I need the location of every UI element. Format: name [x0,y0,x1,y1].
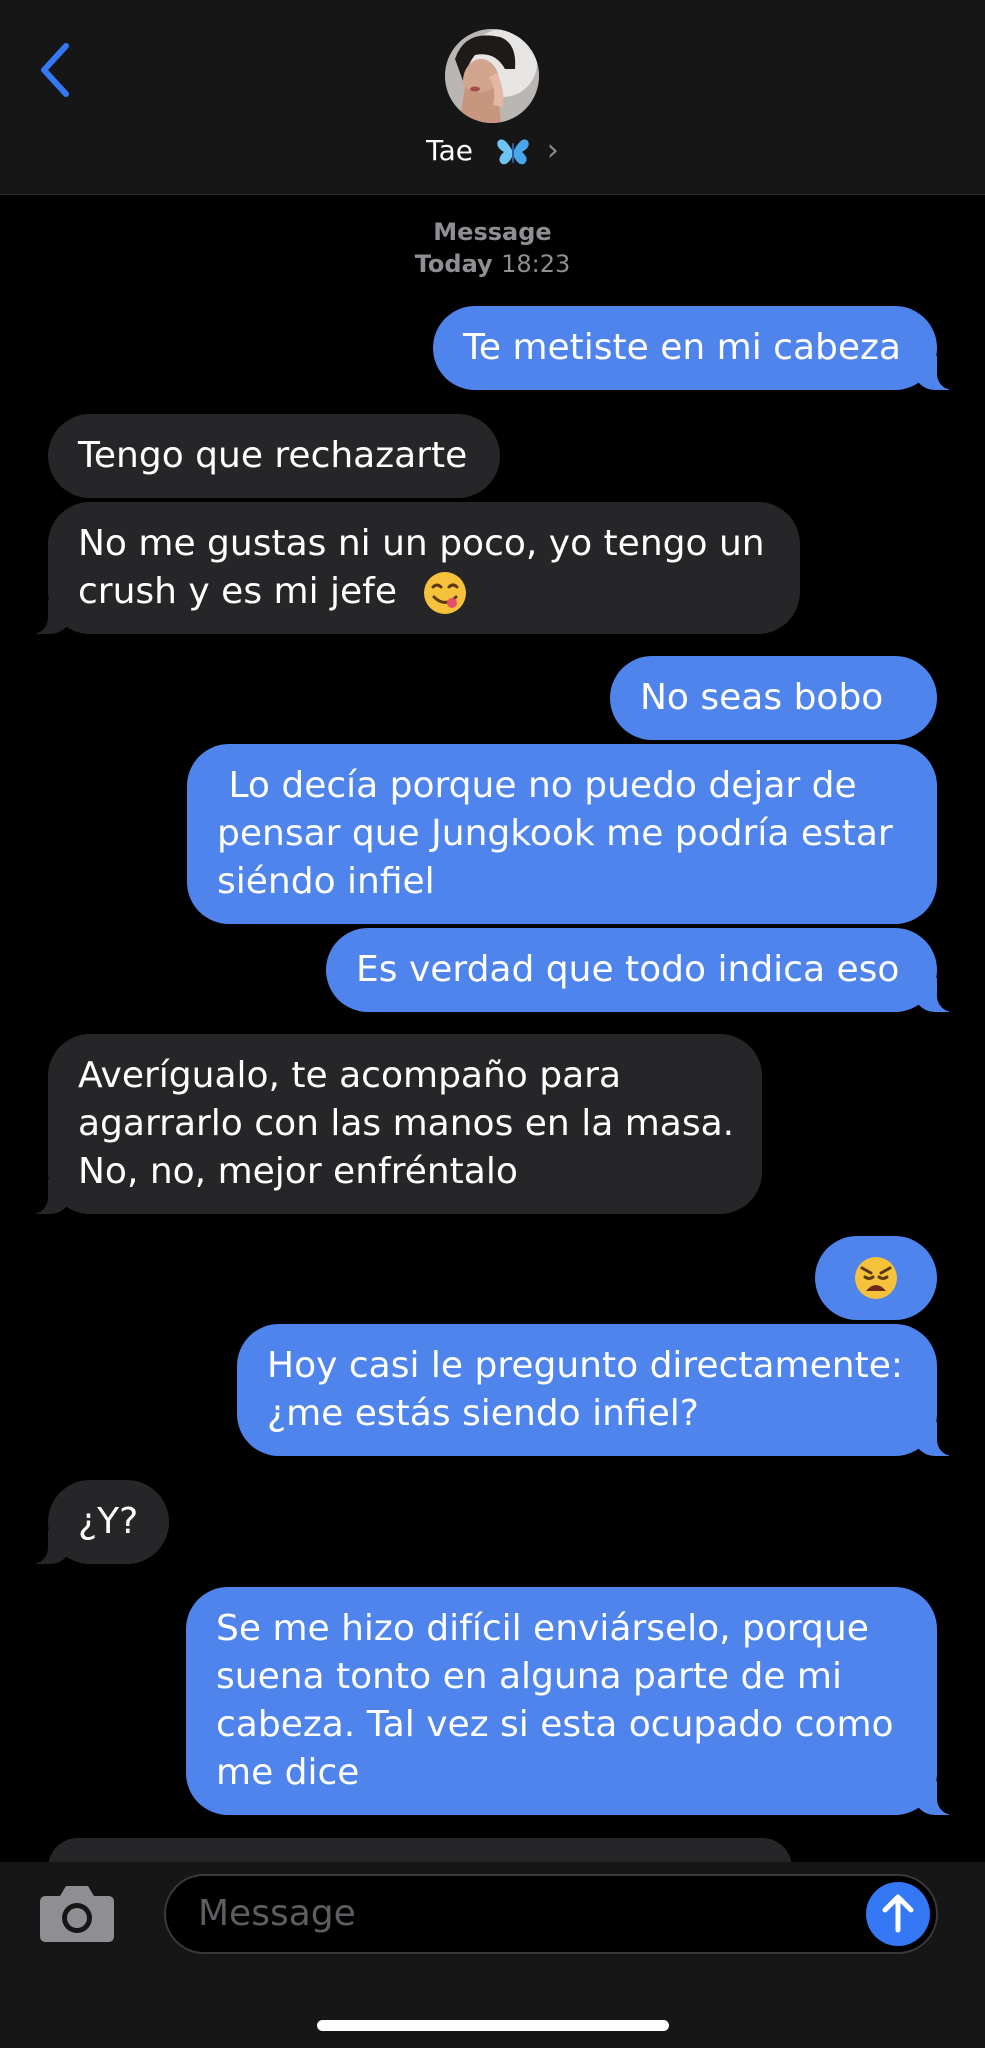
message-text: No seas bobo [640,677,884,718]
message-text: Te metiste en mi cabeza [463,327,901,368]
message-text: No, no, mejor enfréntalo [78,1151,518,1192]
message-input-placeholder: Message [198,1893,356,1934]
chevron-right-icon: › [546,133,559,168]
message-text: Averígualo, te acompaño para [78,1055,622,1096]
incoming-message-bubble[interactable]: Tengo que rechazarte [48,414,500,498]
send-button[interactable] [866,1882,930,1946]
outgoing-message-bubble[interactable]: No seas bobo [610,656,937,740]
send-arrow-icon [882,1894,914,1933]
timestamp-day: Today [414,250,493,278]
outgoing-emoji-bubble[interactable] [815,1236,937,1320]
service-label: Message [433,218,552,246]
butterfly-icon [497,139,529,165]
outgoing-message-bubble[interactable]: Te metiste en mi cabeza [433,306,961,390]
message-text: ¿me estás siendo infiel? [267,1393,699,1434]
outgoing-message-bubble[interactable]: Es verdad que todo indica eso [326,928,961,1012]
outgoing-message-bubble[interactable]: Hoy casi le pregunto directamente: ¿me e… [237,1324,961,1456]
timestamp-time: 18:23 [501,250,571,278]
yum-face-emoji-icon [424,572,467,614]
message-text: Hoy casi le pregunto directamente: [267,1345,903,1386]
outgoing-message-bubble[interactable]: Se me hizo difícil enviárselo, porque su… [186,1587,961,1815]
contact-name: Tae [426,134,474,167]
message-text: suena tonto en alguna parte de mi [216,1656,842,1697]
home-indicator[interactable] [317,2020,669,2031]
message-text: Lo decía porque no puedo dejar de [217,765,857,806]
contact-name-button[interactable]: Tae › [0,133,985,169]
camera-icon[interactable] [38,1882,116,1944]
message-input[interactable]: Message [164,1874,938,1954]
message-text: crush y es mi jefe [78,571,398,612]
message-text: pensar que Jungkook me podría estar [217,813,893,854]
weary-face-emoji-icon [855,1257,897,1299]
back-chevron-icon[interactable] [36,40,76,100]
message-text: Tengo que rechazarte [78,435,468,476]
contact-avatar[interactable] [445,29,539,123]
message-text: cabeza. Tal vez si esta ocupado como [216,1704,894,1745]
message-text: agarrarlo con las manos en la masa. [78,1103,735,1144]
conversation-header: Tae › [0,0,985,195]
message-text: Es verdad que todo indica eso [356,949,900,990]
message-text: siéndo infiel [217,861,435,902]
message-text: me dice [216,1752,360,1793]
thread-timestamp: Message Today 18:23 [0,216,985,280]
message-text: No me gustas ni un poco, yo tengo un [78,523,765,564]
incoming-message-bubble[interactable]: ¿Y? [24,1480,169,1564]
incoming-message-bubble[interactable]: Averígualo, te acompaño para agarrarlo c… [24,1034,762,1214]
message-text: Se me hizo difícil enviárselo, porque [216,1608,869,1649]
incoming-message-bubble[interactable]: No me gustas ni un poco, yo tengo un cru… [24,502,800,634]
outgoing-message-bubble[interactable]: Lo decía porque no puedo dejar de pensar… [187,744,937,924]
message-text: ¿Y? [78,1501,139,1542]
